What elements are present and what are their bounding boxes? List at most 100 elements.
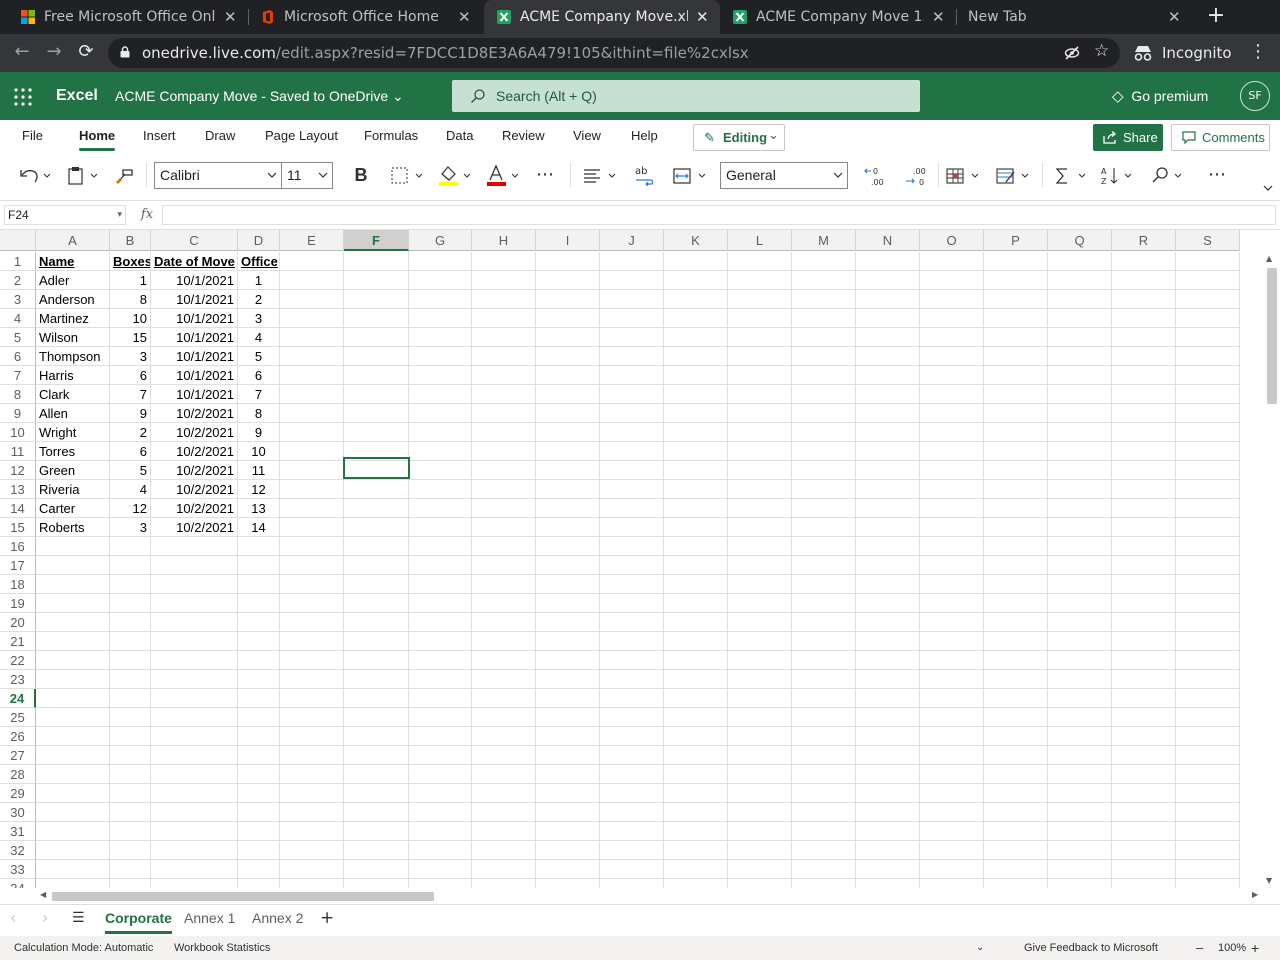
row-header-3[interactable]: 3 xyxy=(0,290,36,309)
cell[interactable] xyxy=(984,423,1048,442)
cell[interactable] xyxy=(280,594,344,613)
cell[interactable] xyxy=(984,461,1048,480)
cell[interactable] xyxy=(536,252,600,271)
cell[interactable] xyxy=(856,784,920,803)
cell[interactable] xyxy=(920,518,984,537)
data-cell[interactable]: 10/2/2021 xyxy=(151,423,238,442)
cell[interactable] xyxy=(151,632,238,651)
column-header-k[interactable]: K xyxy=(664,230,728,251)
cell[interactable] xyxy=(728,252,792,271)
cell[interactable] xyxy=(536,632,600,651)
cell[interactable] xyxy=(472,613,536,632)
data-cell[interactable]: 8 xyxy=(238,404,280,423)
row-header-15[interactable]: 15 xyxy=(0,518,36,537)
cell[interactable] xyxy=(238,708,280,727)
spreadsheet-grid[interactable]: A B C D E F G H I J K L M N O P Q R S 1 Name Boxes Date of Mov… xyxy=(0,230,1280,888)
cell[interactable] xyxy=(280,841,344,860)
cell[interactable] xyxy=(344,366,409,385)
tab-draw[interactable]: Draw xyxy=(205,120,235,152)
zoom-level[interactable]: 100% xyxy=(1218,936,1246,960)
cell[interactable] xyxy=(984,613,1048,632)
cell[interactable] xyxy=(238,841,280,860)
scroll-down-icon[interactable]: ▼ xyxy=(1266,876,1272,885)
cell[interactable] xyxy=(409,556,472,575)
cell[interactable] xyxy=(920,746,984,765)
cell[interactable] xyxy=(920,803,984,822)
cell[interactable] xyxy=(984,499,1048,518)
cell[interactable] xyxy=(536,803,600,822)
cell[interactable] xyxy=(664,708,728,727)
cell[interactable] xyxy=(344,385,409,404)
cell[interactable] xyxy=(664,613,728,632)
cell[interactable] xyxy=(472,556,536,575)
cell[interactable] xyxy=(792,442,856,461)
cell[interactable] xyxy=(920,328,984,347)
cell[interactable] xyxy=(792,480,856,499)
cell[interactable] xyxy=(344,670,409,689)
row-header-17[interactable]: 17 xyxy=(0,556,36,575)
cell[interactable] xyxy=(1112,480,1176,499)
cell[interactable] xyxy=(409,385,472,404)
header-cell[interactable]: Date of Move xyxy=(151,252,238,271)
column-header-n[interactable]: N xyxy=(856,230,920,251)
cell[interactable] xyxy=(1048,670,1112,689)
cell[interactable] xyxy=(472,841,536,860)
cell[interactable] xyxy=(238,727,280,746)
cell[interactable] xyxy=(728,651,792,670)
data-cell[interactable]: 9 xyxy=(238,423,280,442)
cell[interactable] xyxy=(344,271,409,290)
cell[interactable] xyxy=(600,499,664,518)
scroll-left-icon[interactable]: ◀ xyxy=(40,890,46,899)
eye-slash-icon[interactable] xyxy=(1064,45,1080,61)
cell[interactable] xyxy=(472,461,536,480)
cell[interactable] xyxy=(984,594,1048,613)
cell[interactable] xyxy=(344,727,409,746)
column-header-g[interactable]: G xyxy=(409,230,472,251)
cell[interactable] xyxy=(472,689,536,708)
cell[interactable] xyxy=(238,860,280,879)
tab-insert[interactable]: Insert xyxy=(143,120,176,152)
cell[interactable] xyxy=(1048,841,1112,860)
cell[interactable] xyxy=(1112,594,1176,613)
cell[interactable] xyxy=(984,670,1048,689)
data-cell[interactable]: 3 xyxy=(110,518,151,537)
cell[interactable] xyxy=(920,309,984,328)
cell[interactable] xyxy=(664,594,728,613)
data-cell[interactable]: 3 xyxy=(110,347,151,366)
row-header-26[interactable]: 26 xyxy=(0,727,36,746)
cell[interactable] xyxy=(920,879,984,888)
cell[interactable] xyxy=(238,765,280,784)
cell[interactable] xyxy=(472,822,536,841)
cell[interactable] xyxy=(728,423,792,442)
cell[interactable] xyxy=(600,404,664,423)
cell[interactable] xyxy=(280,537,344,556)
cell[interactable] xyxy=(728,594,792,613)
column-header-h[interactable]: H xyxy=(472,230,536,251)
data-cell[interactable]: 10/1/2021 xyxy=(151,385,238,404)
cell[interactable] xyxy=(110,575,151,594)
cell[interactable] xyxy=(1048,613,1112,632)
cell[interactable] xyxy=(344,632,409,651)
cell[interactable] xyxy=(110,746,151,765)
cell[interactable] xyxy=(36,803,110,822)
cell[interactable] xyxy=(920,461,984,480)
new-tab-button[interactable]: + xyxy=(1204,0,1228,34)
cell[interactable] xyxy=(344,518,409,537)
cell[interactable] xyxy=(920,347,984,366)
cell[interactable] xyxy=(600,271,664,290)
data-cell[interactable]: Riveria xyxy=(36,480,110,499)
cell[interactable] xyxy=(920,784,984,803)
row-header-32[interactable]: 32 xyxy=(0,841,36,860)
cell[interactable] xyxy=(1112,841,1176,860)
cell[interactable] xyxy=(280,765,344,784)
cell[interactable] xyxy=(984,480,1048,499)
cell[interactable] xyxy=(920,442,984,461)
cell[interactable] xyxy=(409,632,472,651)
cell[interactable] xyxy=(1112,822,1176,841)
cell[interactable] xyxy=(151,689,238,708)
cell[interactable] xyxy=(1048,404,1112,423)
cell[interactable] xyxy=(536,708,600,727)
cell[interactable] xyxy=(728,556,792,575)
data-cell[interactable]: Harris xyxy=(36,366,110,385)
app-name[interactable]: Excel xyxy=(56,72,98,120)
